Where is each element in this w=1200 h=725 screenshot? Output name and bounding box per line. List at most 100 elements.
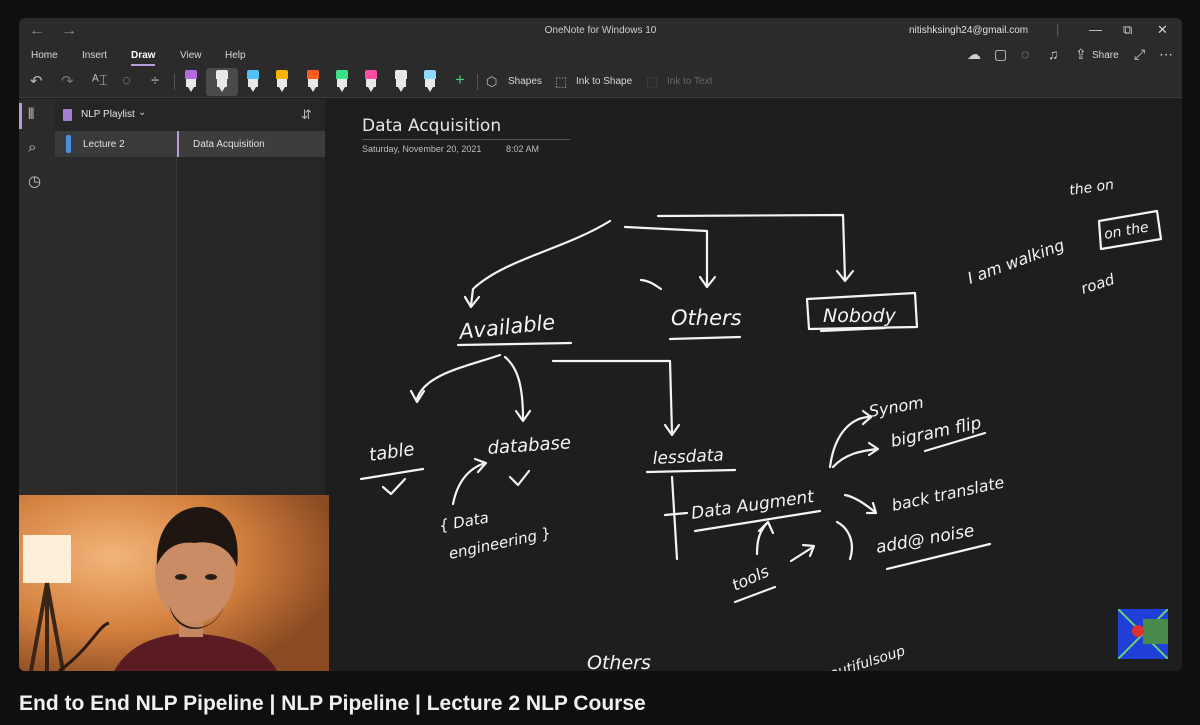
- add-pen-icon[interactable]: +: [455, 70, 465, 90]
- share-icon[interactable]: ⇪: [1075, 46, 1087, 63]
- pen-9-icon[interactable]: [424, 70, 436, 92]
- ink-drawing: Available Others Nobody table database {…: [359, 177, 1163, 671]
- ink-checkmark: [381, 477, 407, 496]
- ink-bigram-flip: bigram flip: [889, 413, 984, 452]
- ink-arrow: [843, 493, 877, 514]
- bell-icon[interactable]: ♫: [1048, 46, 1059, 62]
- ink-underline: [645, 468, 737, 474]
- notebook-icon: [63, 109, 72, 121]
- notebook-name[interactable]: NLP Playlist: [81, 109, 135, 120]
- ink-branch: [415, 353, 502, 401]
- ink-underline: [359, 467, 425, 481]
- video-title[interactable]: End to End NLP Pipeline | NLP Pipeline |…: [19, 692, 646, 716]
- ink-side-note-top: the on: [1068, 177, 1115, 199]
- ink-tick: [639, 278, 663, 291]
- ribbon-tabs: Home Insert Draw View Help ☁ ▢ ◌ ♫ ⇪ Sha…: [19, 44, 1182, 66]
- ink-vertical-line: [670, 475, 679, 561]
- sync-icon[interactable]: ☁: [967, 46, 981, 63]
- redo-icon[interactable]: ↷: [61, 72, 74, 90]
- ink-bottom-text-2: beautifulsoup: [811, 643, 907, 671]
- ink-arrow: [663, 511, 689, 517]
- ink-data-engineering-1: { Data: [438, 509, 491, 535]
- ink-table: table: [368, 439, 416, 466]
- channel-watermark-logo[interactable]: [1118, 609, 1168, 659]
- add-space-icon[interactable]: ÷: [151, 72, 159, 89]
- shapes-button[interactable]: Shapes: [508, 76, 542, 87]
- ink-side-note-3: road: [1079, 270, 1117, 298]
- page-label: Data Acquisition: [193, 139, 265, 150]
- pen-3-icon[interactable]: [247, 70, 259, 92]
- lasso-select-icon[interactable]: ◌: [122, 72, 131, 89]
- webcam-overlay: [19, 495, 329, 671]
- ink-arrow: [831, 447, 879, 469]
- shapes-icon[interactable]: ⬡: [486, 74, 497, 90]
- maximize-icon[interactable]: ⧉: [1123, 22, 1132, 38]
- ink-branch: [503, 355, 525, 421]
- ink-bottom-others: Others: [587, 652, 651, 671]
- undo-icon[interactable]: ↶: [30, 72, 43, 90]
- ink-synom: Synom: [867, 393, 925, 421]
- more-options-icon[interactable]: ⋯: [1159, 46, 1173, 63]
- minimize-icon[interactable]: —: [1089, 22, 1102, 37]
- toolbar-divider: [477, 74, 478, 90]
- ink-branch-right: [656, 213, 847, 281]
- ink-others: Others: [671, 306, 742, 330]
- pen-7-icon[interactable]: [365, 70, 377, 92]
- ink-available: Available: [456, 310, 556, 344]
- ink-checkmark: [508, 469, 531, 487]
- toolbar-divider: [174, 74, 175, 90]
- tab-insert[interactable]: Insert: [82, 50, 107, 61]
- ink-underline: [668, 335, 742, 341]
- page-item-data-acquisition[interactable]: Data Acquisition: [177, 131, 326, 157]
- tab-draw[interactable]: Draw: [131, 50, 156, 66]
- type-select-icon[interactable]: ᴬ⌶: [92, 72, 108, 89]
- notebook-view-icon[interactable]: ▢: [994, 46, 1007, 63]
- sort-icon[interactable]: ⇵: [301, 107, 312, 123]
- ink-curve: [835, 520, 854, 561]
- pen-6-icon[interactable]: [336, 70, 348, 92]
- tab-view[interactable]: View: [180, 50, 202, 61]
- search-icon[interactable]: ⌕: [28, 139, 36, 156]
- pen-8-icon[interactable]: [395, 70, 407, 92]
- section-item-lecture-2[interactable]: Lecture 2: [55, 131, 176, 157]
- share-button[interactable]: Share: [1092, 50, 1119, 61]
- fullscreen-icon[interactable]: ⤢: [1134, 46, 1145, 63]
- tab-help[interactable]: Help: [225, 50, 246, 61]
- lightbulb-icon[interactable]: ◌: [1021, 46, 1029, 62]
- account-email[interactable]: nitishksingh24@gmail.com: [909, 25, 1028, 36]
- video-frame[interactable]: ← → OneNote for Windows 10 nitishksingh2…: [19, 18, 1182, 671]
- ink-branch-left: [469, 219, 612, 307]
- ink-nobody: Nobody: [823, 305, 897, 327]
- ink-to-text-icon: ⬚: [646, 74, 659, 89]
- section-color-tab: [66, 135, 71, 153]
- pen-4-icon[interactable]: [276, 70, 288, 92]
- ink-side-note-1: I am walking: [965, 235, 1067, 288]
- titlebar-divider: |: [1056, 22, 1060, 37]
- recent-clock-icon[interactable]: ◷: [28, 172, 41, 190]
- ink-database: database: [487, 432, 572, 459]
- ink-to-shape-button[interactable]: Ink to Shape: [576, 76, 632, 87]
- ink-to-text-button: Ink to Text: [667, 76, 713, 87]
- chevron-down-icon[interactable]: ⌄: [138, 107, 146, 118]
- ink-data-augment: Data Augment: [690, 487, 817, 524]
- notebooks-icon[interactable]: ⫴: [28, 106, 34, 123]
- presenter-image: [19, 495, 329, 671]
- pen-2-icon[interactable]: [216, 70, 228, 92]
- ink-underline: [456, 341, 573, 347]
- ink-to-shape-icon[interactable]: ⬚: [555, 74, 567, 90]
- ink-back-translate: back translate: [890, 472, 1006, 514]
- ink-branch-middle: [623, 225, 709, 287]
- pen-1-icon[interactable]: [185, 70, 197, 92]
- ink-branch: [551, 359, 674, 435]
- pen-5-icon[interactable]: [307, 70, 319, 92]
- tab-home[interactable]: Home: [31, 50, 58, 61]
- note-canvas[interactable]: Data Acquisition Saturday, November 20, …: [325, 99, 1182, 671]
- section-label: Lecture 2: [83, 139, 125, 150]
- ink-lessdata: lessdata: [652, 445, 724, 469]
- close-icon[interactable]: ✕: [1157, 22, 1168, 38]
- ink-add-noise: add@ noise: [874, 521, 976, 558]
- notebook-header[interactable]: NLP Playlist ⌄ ⇵: [55, 99, 325, 131]
- draw-toolbar: ↶ ↷ ᴬ⌶ ◌ ÷ + ⬡ Shapes ⬚ Ink to Shape ⬚ I…: [19, 66, 1182, 98]
- window-titlebar: ← → OneNote for Windows 10 nitishksingh2…: [19, 18, 1182, 44]
- ink-side-note-2: on the: [1103, 219, 1150, 243]
